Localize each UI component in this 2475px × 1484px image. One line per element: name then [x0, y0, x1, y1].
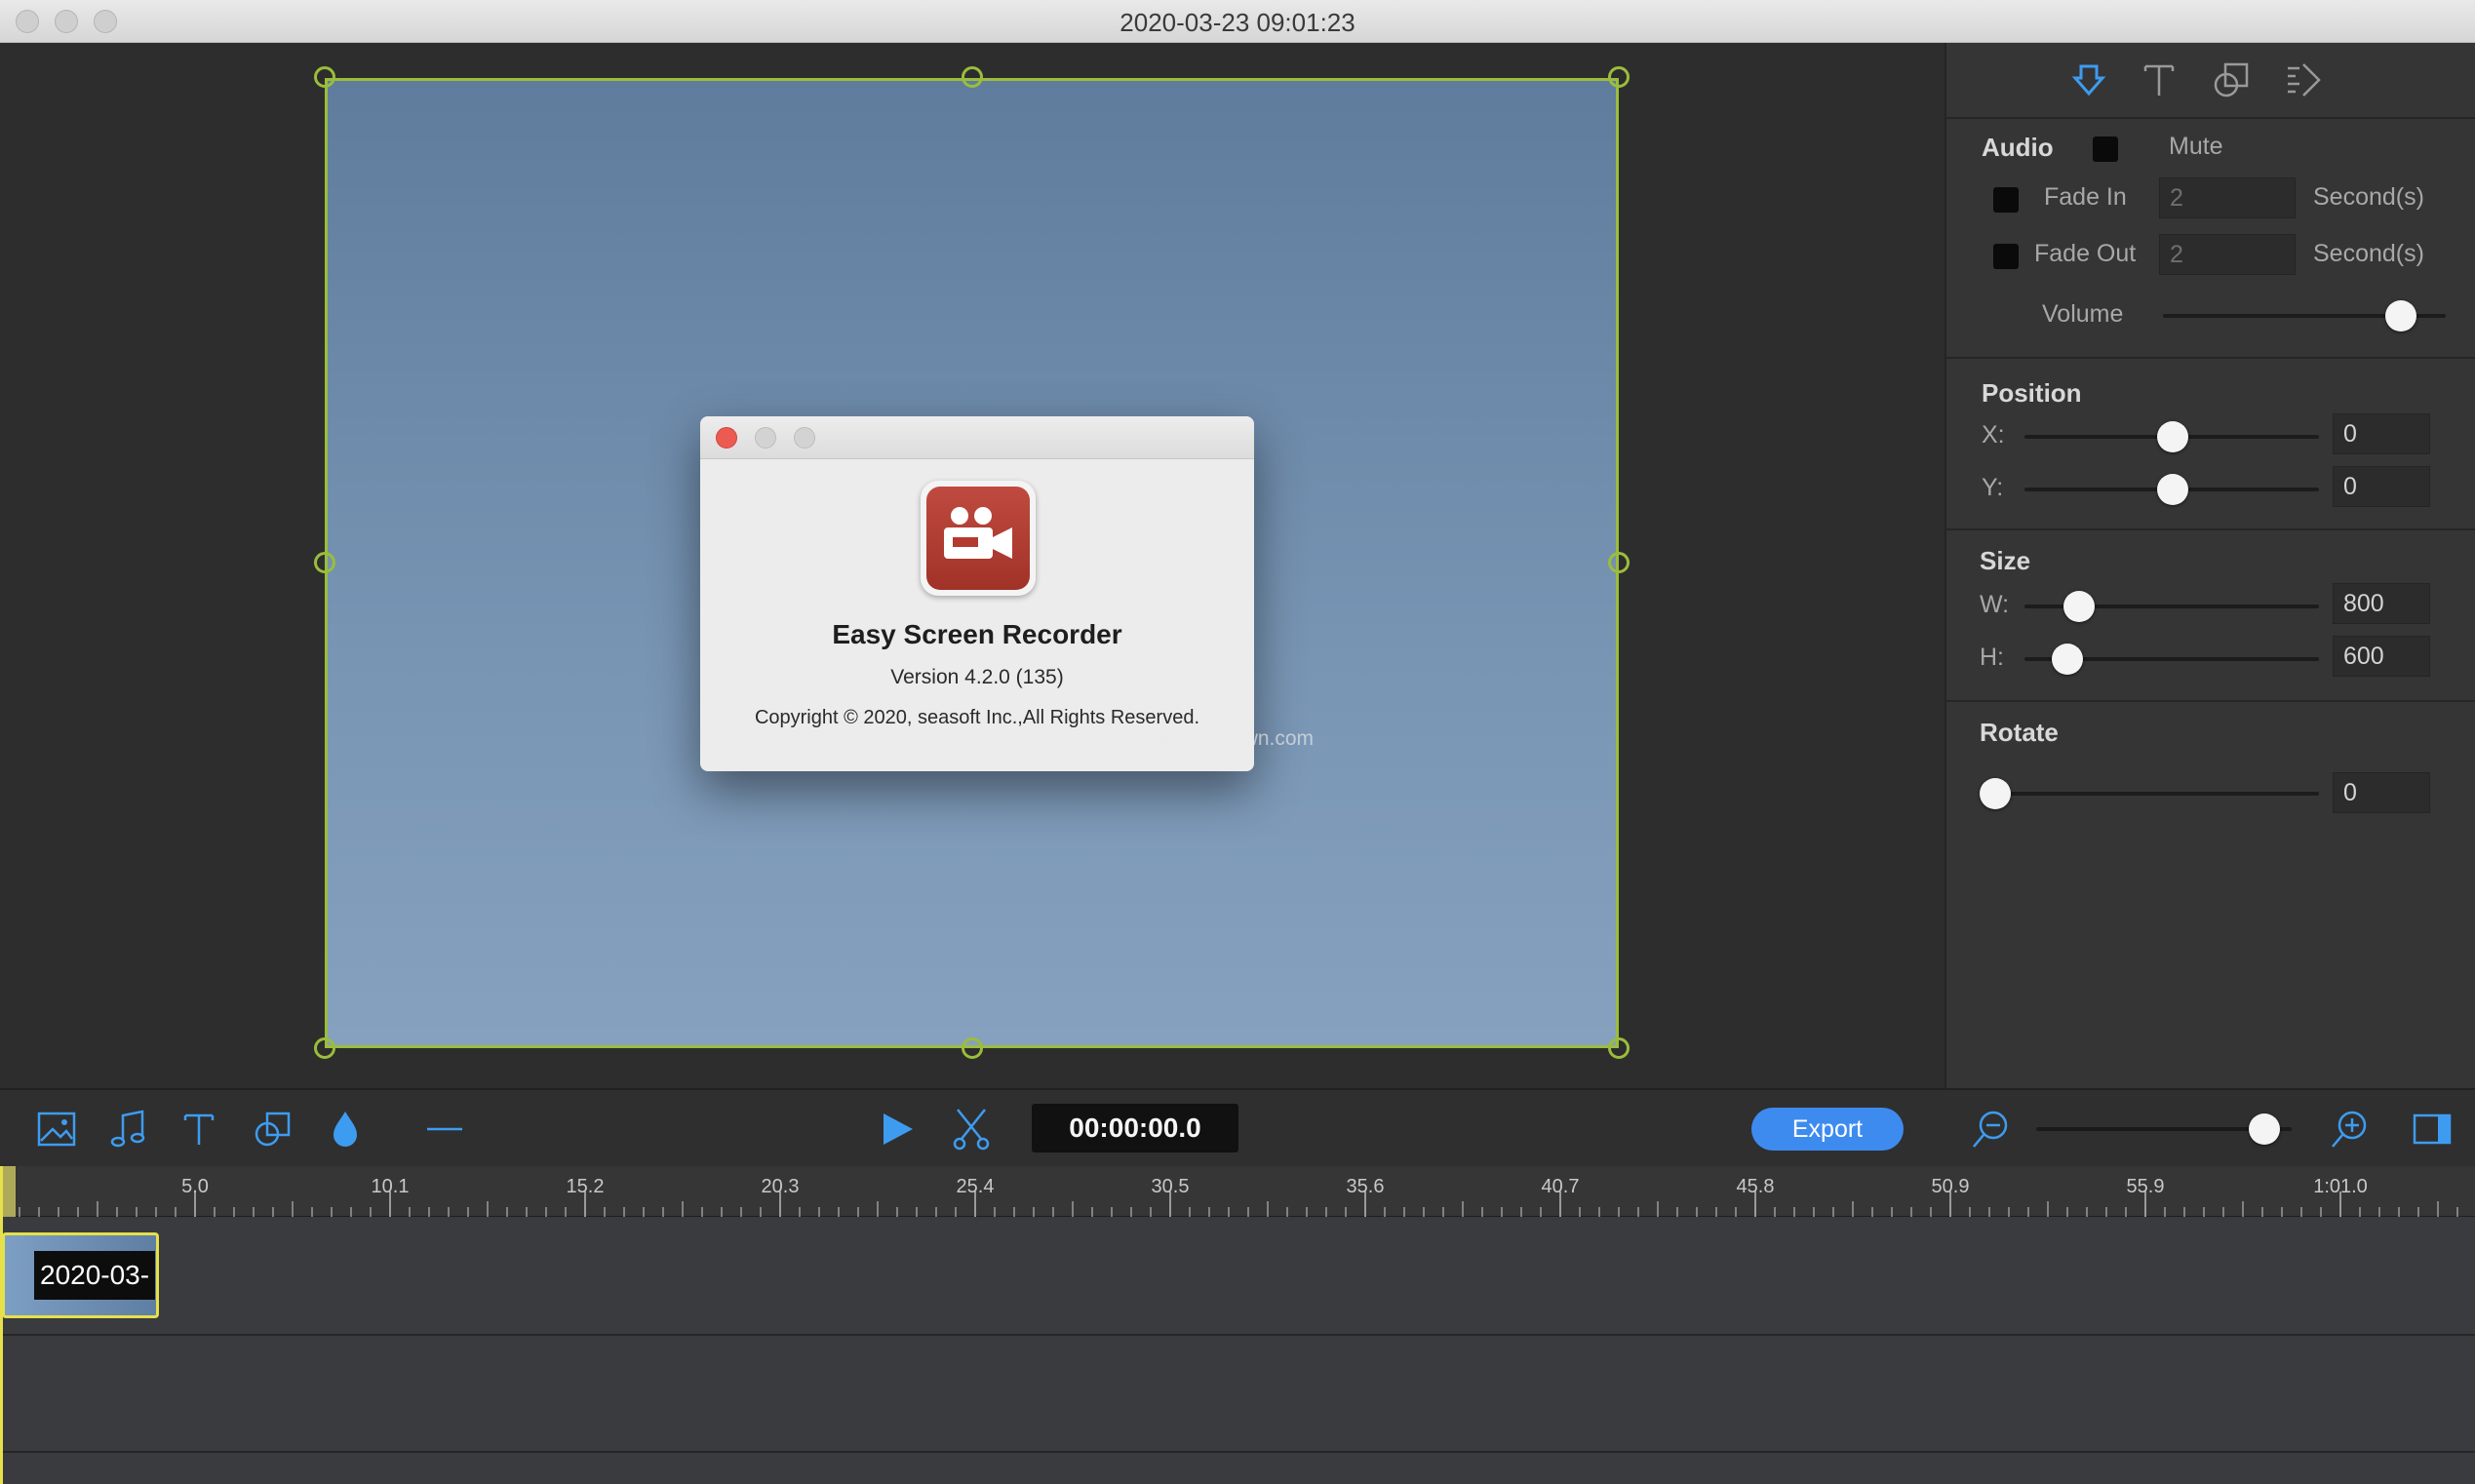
audio-track[interactable]	[0, 1336, 2475, 1453]
scissors-icon[interactable]	[948, 1106, 995, 1152]
watermark-text: www.MacDown.com	[1129, 727, 1315, 750]
toggle-panel-icon[interactable]	[2409, 1106, 2455, 1152]
about-dialog: Easy Screen Recorder Version 4.2.0 (135)…	[700, 416, 1254, 771]
audio-section: Audio Mute Fade In 2 Second(s) Fade Out …	[1946, 119, 2475, 359]
size-section: Size W: 800 H: 600	[1946, 530, 2475, 702]
rotate-title: Rotate	[1980, 718, 2059, 747]
rotate-slider-knob[interactable]	[1980, 778, 2011, 809]
shape-icon[interactable]	[250, 1106, 296, 1152]
position-title: Position	[1982, 378, 2082, 408]
transition-tab-icon[interactable]	[2282, 59, 2325, 101]
mute-label: Mute	[2169, 133, 2223, 160]
size-w-slider-knob[interactable]	[2063, 591, 2095, 622]
window-title: 2020-03-23 09:01:23	[1120, 8, 1355, 37]
fade-out-label: Fade Out	[2034, 240, 2137, 267]
position-y-label: Y:	[1982, 474, 2004, 501]
fade-in-unit: Second(s)	[2313, 183, 2424, 211]
ruler-tick-label: 35.6	[1346, 1176, 1385, 1197]
ruler-tick-label: 10.1	[371, 1176, 410, 1197]
ruler-tick-label: 55.9	[2126, 1176, 2165, 1197]
video-track[interactable]	[0, 1217, 2475, 1336]
fade-in-input[interactable]: 2	[2159, 177, 2296, 218]
ruler-tick-label: 45.8	[1736, 1176, 1775, 1197]
video-clip[interactable]: 2020-03-	[2, 1232, 159, 1318]
fade-out-input[interactable]: 2	[2159, 234, 2296, 275]
size-title: Size	[1980, 546, 2031, 575]
shape-tab-icon[interactable]	[2210, 59, 2253, 101]
dialog-version: Version 4.2.0 (135)	[890, 666, 1064, 688]
ruler-tick-label: 30.5	[1151, 1176, 1190, 1197]
size-w-input[interactable]: 800	[2333, 583, 2430, 624]
resize-handle-bottom-right[interactable]	[1608, 1037, 1630, 1059]
clip-label: 2020-03-	[34, 1251, 156, 1300]
audio-title: Audio	[1982, 133, 2054, 162]
size-w-label: W:	[1980, 591, 2010, 618]
text-icon[interactable]	[176, 1106, 222, 1152]
resize-handle-bottom-left[interactable]	[314, 1037, 335, 1059]
size-h-input[interactable]: 600	[2333, 636, 2430, 677]
bottom-toolbar: 00:00:00.0 Export	[0, 1088, 2475, 1166]
ruler-tick-label: 25.4	[956, 1176, 995, 1197]
timecode-display: 00:00:00.0	[1032, 1104, 1238, 1152]
resize-handle-top-right[interactable]	[1608, 66, 1630, 88]
play-icon[interactable]	[874, 1106, 921, 1152]
dialog-zoom-button[interactable]	[794, 427, 815, 449]
extra-track[interactable]	[0, 1453, 2475, 1484]
export-button[interactable]: Export	[1751, 1108, 1904, 1151]
ruler-tick-label: 20.3	[761, 1176, 800, 1197]
rotate-section: Rotate 0	[1946, 702, 2475, 829]
resize-handle-bottom[interactable]	[962, 1037, 983, 1059]
resize-handle-right[interactable]	[1608, 552, 1630, 573]
zoom-in-icon[interactable]	[2327, 1106, 2374, 1152]
resize-handle-top-left[interactable]	[314, 66, 335, 88]
ruler-tick-label: 15.2	[566, 1176, 605, 1197]
audio-tab-icon[interactable]	[2067, 59, 2110, 101]
volume-slider-knob[interactable]	[2385, 300, 2416, 332]
zoom-out-icon[interactable]	[1968, 1106, 2015, 1152]
ruler-tick-label: 1:01.0	[2313, 1176, 2368, 1197]
timeline-ruler[interactable]: 5.0 10.1 15.2 20.3 25.4 30.5 35.6 40.7 45.8 50.9 5…	[0, 1166, 2475, 1217]
zoom-slider-knob[interactable]	[2249, 1113, 2280, 1145]
ruler-tick-label: 5.0	[181, 1176, 209, 1197]
rotate-input[interactable]: 0	[2333, 772, 2430, 813]
music-icon[interactable]	[105, 1106, 152, 1152]
fade-out-unit: Second(s)	[2313, 240, 2424, 267]
title-bar: 2020-03-23 09:01:23	[0, 0, 2475, 43]
fade-in-label: Fade In	[2044, 183, 2127, 211]
dialog-app-name: Easy Screen Recorder	[832, 619, 1122, 649]
properties-panel: Audio Mute Fade In 2 Second(s) Fade Out …	[1945, 43, 2475, 1088]
dialog-minimize-button[interactable]	[755, 427, 776, 449]
size-h-label: H:	[1980, 644, 2004, 671]
rotate-slider-track[interactable]	[1980, 792, 2319, 796]
mute-checkbox[interactable]	[2093, 137, 2118, 162]
line-icon[interactable]	[421, 1106, 468, 1152]
text-tab-icon[interactable]	[2138, 59, 2180, 101]
resize-handle-top[interactable]	[962, 66, 983, 88]
fade-in-checkbox[interactable]	[1993, 187, 2019, 213]
volume-label: Volume	[2042, 300, 2124, 328]
ruler-tick-label: 40.7	[1541, 1176, 1580, 1197]
dialog-copyright: Copyright © 2020, seasoft Inc.,All Right…	[754, 707, 1200, 728]
app-icon	[921, 481, 1036, 596]
size-h-slider-knob[interactable]	[2052, 644, 2083, 675]
position-y-input[interactable]: 0	[2333, 466, 2430, 507]
dialog-title-bar	[700, 416, 1254, 459]
panel-tabs	[1946, 43, 2475, 119]
image-icon[interactable]	[33, 1106, 80, 1152]
position-x-label: X:	[1982, 421, 2005, 449]
position-y-slider-knob[interactable]	[2157, 474, 2188, 505]
video-camera-icon	[944, 507, 1012, 559]
ruler-tick-label: 50.9	[1931, 1176, 1970, 1197]
playhead[interactable]	[0, 1166, 3, 1484]
dialog-close-button[interactable]	[716, 427, 737, 449]
fade-out-checkbox[interactable]	[1993, 244, 2019, 269]
position-x-slider-knob[interactable]	[2157, 421, 2188, 452]
resize-handle-left[interactable]	[314, 552, 335, 573]
position-section: Position X: 0 Y: 0	[1946, 359, 2475, 530]
position-x-input[interactable]: 0	[2333, 413, 2430, 454]
color-drop-icon[interactable]	[322, 1106, 369, 1152]
